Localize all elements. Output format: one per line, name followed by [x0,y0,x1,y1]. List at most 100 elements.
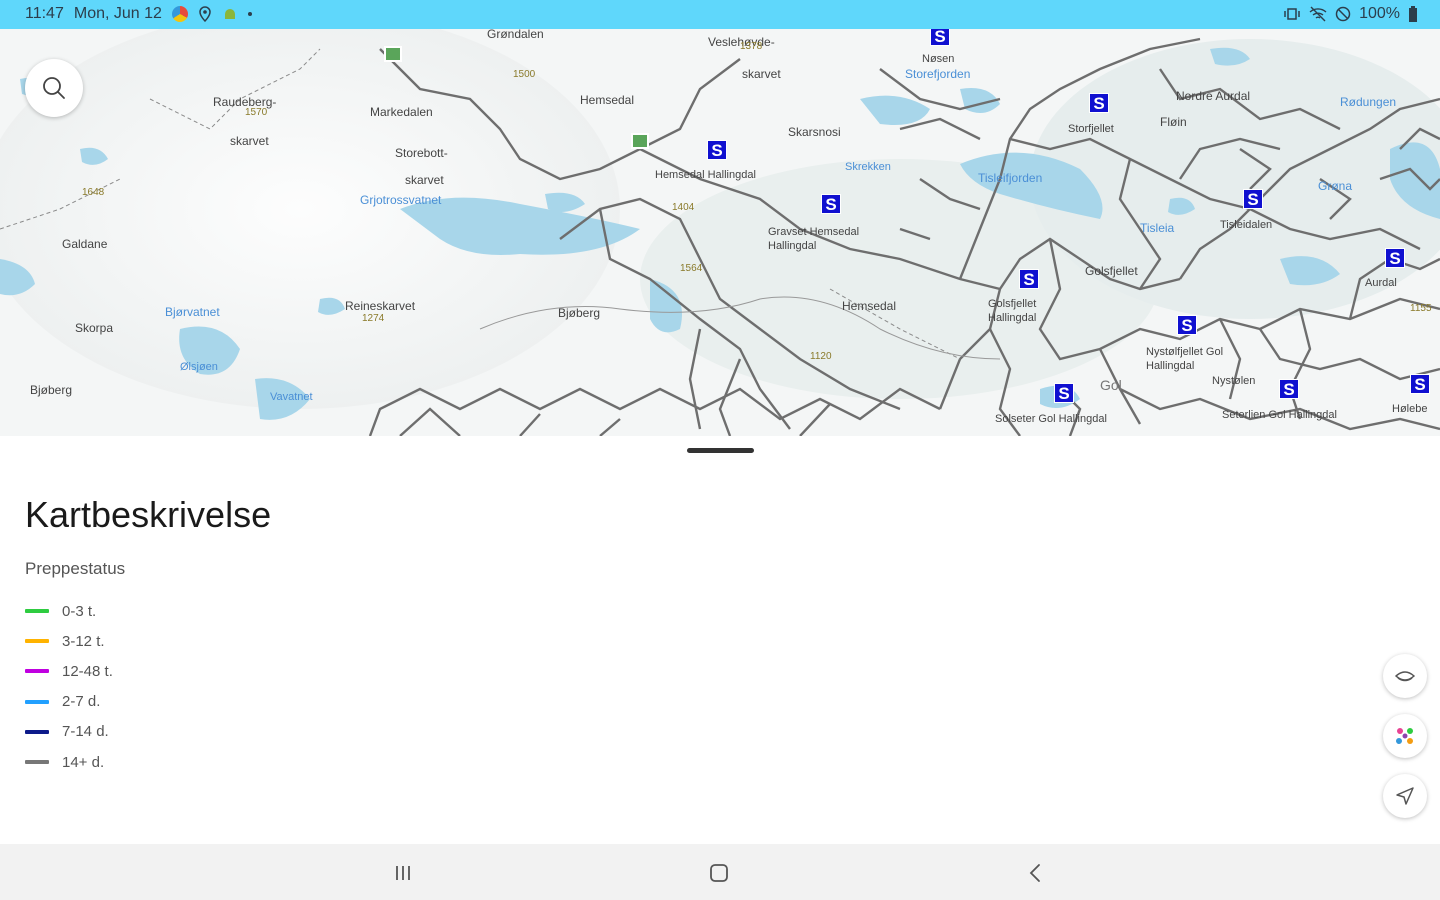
legend-swatch [25,639,49,644]
ski-station-marker[interactable]: S [1385,248,1405,268]
search-button[interactable] [25,59,83,117]
elevation-label: 1404 [672,202,695,213]
map-label: Storebott- [395,146,448,160]
recents-button[interactable] [388,861,418,885]
legend-swatch [25,729,49,734]
layers-button[interactable] [1383,654,1427,698]
map-label: Tisleidalen [1220,219,1273,231]
map-label: Skorpa [75,321,114,335]
map-label: Hemsedal [580,93,635,107]
ski-station-marker[interactable]: S [707,140,727,160]
legend-swatch [25,669,49,674]
clock: 11:47 [25,5,64,22]
map-label: Hølebe [1392,403,1428,415]
dot-icon [247,12,252,16]
map-label: skarvet [230,134,269,148]
map-label: Grøndalen [487,29,544,41]
map-label: skarvet [405,173,444,187]
legend-label: 3-12 t. [62,632,105,650]
map-label: Bjøberg [30,383,73,397]
dnd-icon [1335,6,1351,22]
legend-item: 2-7 d. [25,687,113,717]
date: Mon, Jun 12 [73,5,162,22]
legend-swatch [25,760,49,765]
map-label: Tisleia [1140,221,1175,235]
ski-station-marker[interactable]: S [1177,315,1197,335]
elevation-label: 1564 [680,263,703,274]
map-view[interactable]: Grøndalen Veslehøvde- skarvet Hemsedal R… [0,29,1440,436]
map-label: Skrekken [845,161,891,173]
map-label: Ølsjøen [180,361,218,373]
map-label: Reineskarvet [345,299,416,313]
legend-label: 0-3 t. [62,602,97,620]
ski-station-marker[interactable]: S [930,29,950,46]
map-label: Seterlien Gol Hallingdal [1222,409,1337,421]
map-label: Bjøberg [558,306,601,320]
ski-station-marker[interactable]: S [1054,383,1074,403]
map-label: Markedalen [370,105,433,119]
map-label: skarvet [742,67,781,81]
navigation-icon [1396,787,1414,805]
elevation-label: 1120 [810,351,832,362]
ski-station-marker[interactable]: S [821,194,841,214]
ski-station-marker[interactable]: S [1279,379,1299,399]
parking-marker[interactable] [384,46,402,62]
map-label: Hemsedal [842,299,897,313]
legend-label: 14+ d. [62,753,105,771]
home-icon [710,864,728,882]
legend: 0-3 t. 3-12 t. 12-48 t. 2-7 d. 7-14 d. 14+ d. [25,596,113,777]
elevation-label: 1648 [82,187,105,198]
map-label: Solseter Gol Hallingdal [995,413,1107,425]
legend-item: 7-14 d. [25,717,113,747]
map-label: Nystølfjellet Gol Hallingdal [1146,346,1224,372]
sheet-drag-handle[interactable] [687,448,754,453]
status-bar: 11:47 Mon, Jun 12 100% [0,0,1440,29]
ski-station-marker[interactable]: S [1089,93,1109,113]
recents-icon [396,866,410,880]
navigate-button[interactable] [1383,774,1427,818]
map-label: Galdane [62,237,108,251]
ski-station-marker[interactable]: S [1019,269,1039,289]
map-label: Nordre Aurdal [1176,89,1251,103]
map-label: Golsfjellet Hallingdal [988,298,1037,324]
battery-level: 100% [1359,5,1400,22]
map-label: Golsfjellet [1085,264,1138,278]
map-label: Grjotrossvatnet [360,193,442,207]
parking-marker[interactable] [631,133,649,149]
home-button[interactable] [704,861,734,885]
map-label: Gravset Hemsedal Hallingdal [768,226,860,252]
map-label: Hemsedal Hallingdal [655,169,756,181]
legend-item: 14+ d. [25,747,113,777]
map-label: Bjørvatnet [165,305,220,319]
vibrate-icon [1284,8,1300,20]
legend-item: 3-12 t. [25,626,113,656]
map-label: Storfjellet [1068,123,1114,135]
map-label: Gol [1100,377,1122,393]
legend-item: 0-3 t. [25,596,113,626]
elevation-label: 1274 [362,313,385,324]
ski-station-marker[interactable]: S [1243,189,1263,209]
sheet-title: Kartbeskrivelse [25,494,272,535]
elevation-label: 1570 [245,107,268,118]
bottom-sheet: Kartbeskrivelse Preppestatus 0-3 t. 3-12 … [0,436,1440,844]
legend-swatch [25,609,49,614]
legend-swatch [25,699,49,704]
legend-label: 2-7 d. [62,693,101,711]
palette-icon [1396,728,1413,744]
map-label: Nystølen [1212,375,1256,387]
battery-icon [1409,6,1417,22]
legend-subtitle: Preppestatus [25,559,126,578]
ski-station-marker[interactable]: S [1410,374,1430,394]
palette-button[interactable] [1383,714,1427,758]
map-label: Tisleifjorden [978,171,1043,185]
back-button[interactable] [1020,861,1050,885]
system-navigation-bar [0,844,1440,900]
map-label: Skarsnosi [788,125,841,139]
search-icon [43,77,65,99]
android-icon [224,9,235,19]
legend-label: 12-48 t. [62,662,113,680]
elevation-label: 1500 [513,69,536,80]
map-label: Storefjorden [905,67,971,81]
legend-label: 7-14 d. [62,723,109,741]
map-label: Vavatnet [270,391,313,403]
